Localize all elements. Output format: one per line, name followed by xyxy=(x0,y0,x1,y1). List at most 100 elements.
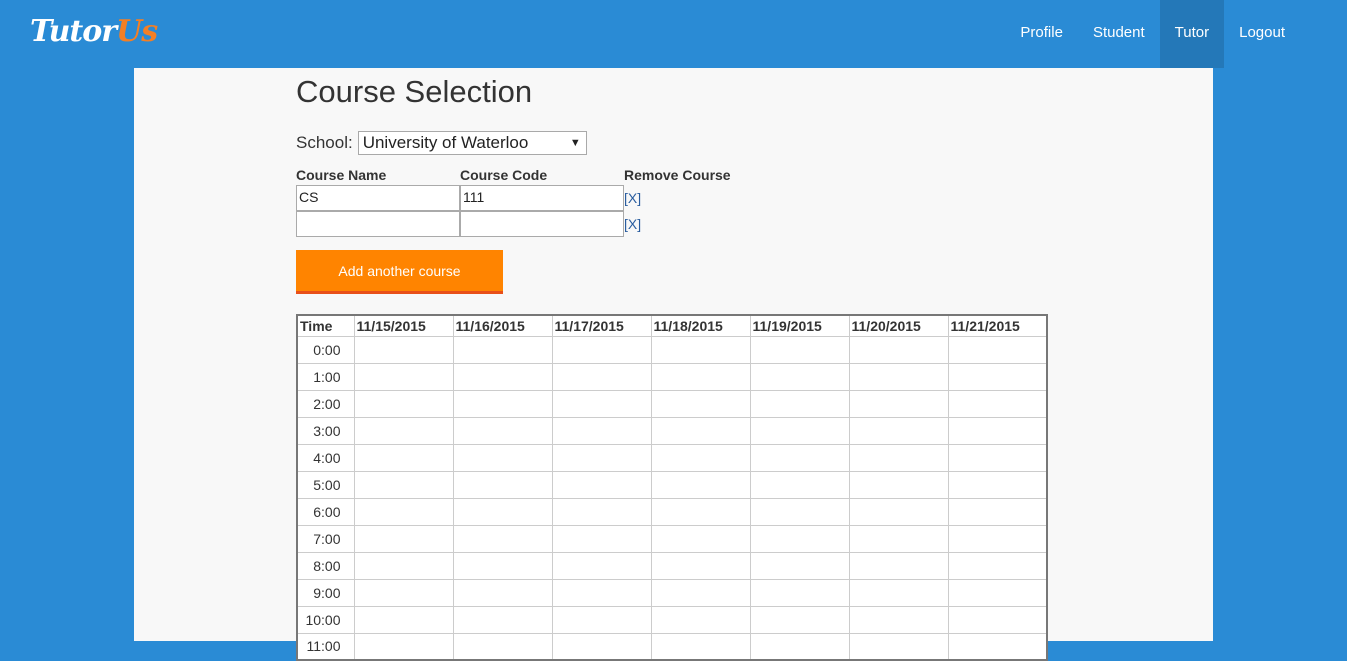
schedule-cell[interactable] xyxy=(353,416,454,445)
add-course-button[interactable]: Add another course xyxy=(296,250,503,294)
schedule-cell[interactable] xyxy=(749,470,850,499)
schedule-cell[interactable] xyxy=(551,443,652,472)
schedule-cell[interactable] xyxy=(551,389,652,418)
schedule-cell[interactable] xyxy=(848,362,949,391)
schedule-cell[interactable] xyxy=(353,578,454,607)
schedule-cell[interactable] xyxy=(650,551,751,580)
nav-item-logout[interactable]: Logout xyxy=(1224,0,1347,68)
school-select[interactable]: University of Waterloo ▼ xyxy=(357,131,587,155)
schedule-cell[interactable] xyxy=(947,389,1048,418)
brand-logo[interactable]: TutorUs xyxy=(30,12,158,52)
schedule-cell[interactable] xyxy=(353,497,454,526)
course-name-input[interactable] xyxy=(296,211,460,237)
schedule-cell[interactable] xyxy=(848,497,949,526)
schedule-cell[interactable] xyxy=(749,416,850,445)
nav-item-student[interactable]: Student xyxy=(1078,0,1160,68)
schedule-cell[interactable] xyxy=(452,578,553,607)
schedule-cell[interactable] xyxy=(353,551,454,580)
schedule-cell[interactable] xyxy=(848,578,949,607)
schedule-cell[interactable] xyxy=(551,551,652,580)
schedule-cell[interactable] xyxy=(650,470,751,499)
schedule-cell[interactable] xyxy=(551,578,652,607)
schedule-cell[interactable] xyxy=(848,524,949,553)
schedule-cell[interactable] xyxy=(551,470,652,499)
schedule-cell[interactable] xyxy=(551,632,652,661)
schedule-cell[interactable] xyxy=(353,362,454,391)
schedule-cell[interactable] xyxy=(749,443,850,472)
schedule-cell[interactable] xyxy=(947,470,1048,499)
schedule-cell[interactable] xyxy=(650,524,751,553)
remove-course-link[interactable]: [X] xyxy=(624,190,641,206)
date-column-header: 11/20/2015 xyxy=(848,314,949,337)
course-name-input[interactable]: CS xyxy=(296,185,460,211)
schedule-cell[interactable] xyxy=(551,362,652,391)
schedule-cell[interactable] xyxy=(353,389,454,418)
schedule-cell[interactable] xyxy=(947,443,1048,472)
schedule-cell[interactable] xyxy=(551,497,652,526)
course-code-input[interactable] xyxy=(460,211,624,237)
schedule-cell[interactable] xyxy=(848,335,949,364)
schedule-cell[interactable] xyxy=(749,578,850,607)
schedule-cell[interactable] xyxy=(749,389,850,418)
schedule-cell[interactable] xyxy=(452,335,553,364)
schedule-cell[interactable] xyxy=(452,524,553,553)
schedule-cell[interactable] xyxy=(650,335,751,364)
schedule-cell[interactable] xyxy=(551,605,652,634)
schedule-cell[interactable] xyxy=(452,632,553,661)
schedule-cell[interactable] xyxy=(452,605,553,634)
schedule-cell[interactable] xyxy=(650,578,751,607)
schedule-row: 9:00 xyxy=(296,578,1048,607)
schedule-cell[interactable] xyxy=(947,497,1048,526)
schedule-cell[interactable] xyxy=(947,362,1048,391)
schedule-cell[interactable] xyxy=(353,443,454,472)
schedule-cell[interactable] xyxy=(353,632,454,661)
schedule-cell[interactable] xyxy=(749,335,850,364)
schedule-cell[interactable] xyxy=(749,497,850,526)
schedule-cell[interactable] xyxy=(650,632,751,661)
schedule-cell[interactable] xyxy=(452,470,553,499)
schedule-cell[interactable] xyxy=(353,524,454,553)
schedule-cell[interactable] xyxy=(452,362,553,391)
schedule-cell[interactable] xyxy=(848,470,949,499)
schedule-cell[interactable] xyxy=(947,605,1048,634)
schedule-cell[interactable] xyxy=(650,416,751,445)
schedule-cell[interactable] xyxy=(551,416,652,445)
schedule-cell[interactable] xyxy=(452,416,553,445)
schedule-cell[interactable] xyxy=(551,335,652,364)
remove-course-link[interactable]: [X] xyxy=(624,216,641,232)
schedule-cell[interactable] xyxy=(848,605,949,634)
schedule-cell[interactable] xyxy=(848,632,949,661)
schedule-cell[interactable] xyxy=(848,443,949,472)
schedule-cell[interactable] xyxy=(947,632,1048,661)
schedule-cell[interactable] xyxy=(947,524,1048,553)
schedule-cell[interactable] xyxy=(353,605,454,634)
course-code-input[interactable]: 111 xyxy=(460,185,624,211)
schedule-cell[interactable] xyxy=(947,335,1048,364)
schedule-cell[interactable] xyxy=(650,362,751,391)
schedule-cell[interactable] xyxy=(353,470,454,499)
schedule-cell[interactable] xyxy=(749,632,850,661)
nav-item-profile[interactable]: Profile xyxy=(1005,0,1078,68)
schedule-cell[interactable] xyxy=(947,578,1048,607)
schedule-cell[interactable] xyxy=(650,497,751,526)
schedule-cell[interactable] xyxy=(452,497,553,526)
schedule-cell[interactable] xyxy=(650,443,751,472)
schedule-cell[interactable] xyxy=(947,551,1048,580)
schedule-cell[interactable] xyxy=(749,605,850,634)
schedule-cell[interactable] xyxy=(452,389,553,418)
schedule-cell[interactable] xyxy=(749,551,850,580)
schedule-cell[interactable] xyxy=(749,362,850,391)
schedule-cell[interactable] xyxy=(650,389,751,418)
schedule-cell[interactable] xyxy=(452,551,553,580)
schedule-cell[interactable] xyxy=(848,551,949,580)
schedule-cell[interactable] xyxy=(848,416,949,445)
schedule-cell[interactable] xyxy=(452,443,553,472)
schedule-cell[interactable] xyxy=(650,605,751,634)
time-slot-label: 7:00 xyxy=(296,524,355,553)
schedule-cell[interactable] xyxy=(551,524,652,553)
schedule-cell[interactable] xyxy=(848,389,949,418)
schedule-cell[interactable] xyxy=(947,416,1048,445)
nav-item-tutor[interactable]: Tutor xyxy=(1159,0,1225,68)
schedule-cell[interactable] xyxy=(749,524,850,553)
schedule-cell[interactable] xyxy=(353,335,454,364)
